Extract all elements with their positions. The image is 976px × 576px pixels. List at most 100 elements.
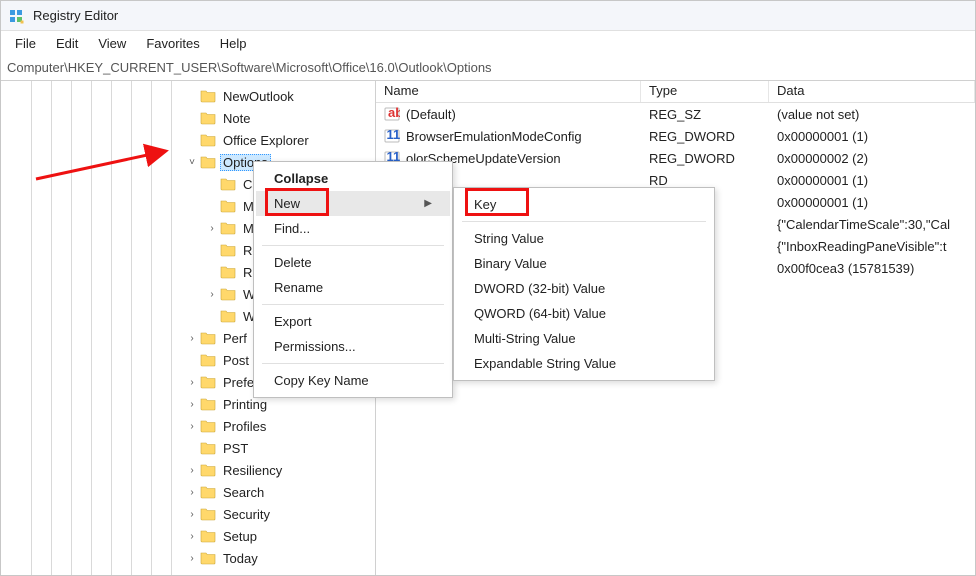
tree-item-label: Note xyxy=(220,110,253,127)
tree-item-label: Today xyxy=(220,550,261,567)
expand-chevron-icon[interactable]: › xyxy=(186,399,198,410)
tree-item-label: Search xyxy=(220,484,267,501)
menu-item-dword-32-bit-value[interactable]: DWORD (32-bit) Value xyxy=(456,276,712,301)
menu-item-label: Multi-String Value xyxy=(474,331,576,346)
expand-chevron-icon[interactable]: › xyxy=(186,531,198,542)
tree-item-label: NewOutlook xyxy=(220,88,297,105)
menu-favorites[interactable]: Favorites xyxy=(136,34,209,53)
tree-item-profiles[interactable]: ›Profiles xyxy=(1,415,375,437)
expand-chevron-icon[interactable]: ˅ xyxy=(186,157,198,168)
folder-icon xyxy=(220,287,236,301)
tree-item-setup[interactable]: › Setup xyxy=(1,525,375,547)
value-data: {"InboxReadingPaneVisible":t xyxy=(769,239,975,254)
menu-item-find-[interactable]: Find... xyxy=(256,216,450,241)
tree-item-pst[interactable]: PST xyxy=(1,437,375,459)
col-header-name[interactable]: Name xyxy=(376,81,641,102)
value-data: 0x00000001 (1) xyxy=(769,173,975,188)
tree-item-label: Setup xyxy=(220,528,260,545)
expand-chevron-icon[interactable]: › xyxy=(206,289,218,300)
value-type: REG_SZ xyxy=(641,107,769,122)
menubar: File Edit View Favorites Help xyxy=(1,31,975,55)
folder-icon xyxy=(200,89,216,103)
value-data: 0x00f0cea3 (15781539) xyxy=(769,261,975,276)
menu-item-export[interactable]: Export xyxy=(256,309,450,334)
menu-item-collapse[interactable]: Collapse xyxy=(256,166,450,191)
menu-item-label: Delete xyxy=(274,255,312,270)
value-data: 0x00000001 (1) xyxy=(769,129,975,144)
folder-icon xyxy=(200,375,216,389)
address-bar[interactable]: Computer\HKEY_CURRENT_USER\Software\Micr… xyxy=(1,55,975,81)
tree-item-security[interactable]: ›Security xyxy=(1,503,375,525)
tree-item-label: Resiliency xyxy=(220,462,285,479)
folder-icon xyxy=(200,441,216,455)
folder-icon xyxy=(200,419,216,433)
menu-item-permissions-[interactable]: Permissions... xyxy=(256,334,450,359)
expand-chevron-icon[interactable]: › xyxy=(186,509,198,520)
folder-icon xyxy=(200,133,216,147)
expand-chevron-icon[interactable]: › xyxy=(186,333,198,344)
menu-item-key[interactable]: Key xyxy=(456,192,712,217)
titlebar: Registry Editor xyxy=(1,1,975,31)
value-type: REG_DWORD xyxy=(641,151,769,166)
menu-item-label: Rename xyxy=(274,280,323,295)
folder-icon xyxy=(200,353,216,367)
value-data: {"CalendarTimeScale":30,"Cal xyxy=(769,217,975,232)
folder-icon xyxy=(200,507,216,521)
menu-file[interactable]: File xyxy=(5,34,46,53)
menu-item-label: Collapse xyxy=(274,171,328,186)
menu-view[interactable]: View xyxy=(88,34,136,53)
menu-item-label: Permissions... xyxy=(274,339,356,354)
menu-item-qword-64-bit-value[interactable]: QWORD (64-bit) Value xyxy=(456,301,712,326)
expand-chevron-icon[interactable]: › xyxy=(186,421,198,432)
folder-icon xyxy=(200,485,216,499)
window-title: Registry Editor xyxy=(33,8,118,23)
menu-item-expandable-string-value[interactable]: Expandable String Value xyxy=(456,351,712,376)
tree-item-resiliency[interactable]: › Resiliency xyxy=(1,459,375,481)
value-data: 0x00000001 (1) xyxy=(769,195,975,210)
value-row[interactable]: 110BrowserEmulationModeConfigREG_DWORD0x… xyxy=(376,125,975,147)
expand-chevron-icon[interactable]: › xyxy=(186,377,198,388)
context-submenu-new[interactable]: Key String Value Binary Value DWORD (32-bit… xyxy=(453,187,715,381)
tree-item-search[interactable]: › Search xyxy=(1,481,375,503)
value-row[interactable]: 110olorSchemeUpdateVersionREG_DWORD0x000… xyxy=(376,147,975,169)
tree-item-newoutlook[interactable]: NewOutlook xyxy=(1,85,375,107)
folder-icon xyxy=(200,331,216,345)
expand-chevron-icon[interactable]: › xyxy=(206,223,218,234)
svg-text:ab: ab xyxy=(388,106,400,120)
menu-item-delete[interactable]: Delete xyxy=(256,250,450,275)
menu-edit[interactable]: Edit xyxy=(46,34,88,53)
string-value-icon: ab xyxy=(384,106,400,122)
value-type: RD xyxy=(641,173,769,188)
dword-value-icon: 110 xyxy=(384,128,400,144)
menu-help[interactable]: Help xyxy=(210,34,257,53)
col-header-data[interactable]: Data xyxy=(769,81,975,102)
folder-icon xyxy=(200,155,216,169)
tree-item-today[interactable]: › Today xyxy=(1,547,375,569)
menu-item-multi-string-value[interactable]: Multi-String Value xyxy=(456,326,712,351)
value-data: 0x00000002 (2) xyxy=(769,151,975,166)
menu-item-label: String Value xyxy=(474,231,544,246)
expand-chevron-icon[interactable]: › xyxy=(186,553,198,564)
menu-item-rename[interactable]: Rename xyxy=(256,275,450,300)
col-header-type[interactable]: Type xyxy=(641,81,769,102)
expand-chevron-icon[interactable]: › xyxy=(186,465,198,476)
menu-item-new[interactable]: New▶ xyxy=(256,191,450,216)
menu-separator xyxy=(462,221,706,222)
tree-item-office-explorer[interactable]: Office Explorer xyxy=(1,129,375,151)
menu-item-binary-value[interactable]: Binary Value xyxy=(456,251,712,276)
value-row[interactable]: ab(Default)REG_SZ(value not set) xyxy=(376,103,975,125)
value-data: (value not set) xyxy=(769,107,975,122)
menu-item-label: Binary Value xyxy=(474,256,547,271)
tree-item-note[interactable]: Note xyxy=(1,107,375,129)
menu-item-label: Copy Key Name xyxy=(274,373,369,388)
menu-item-label: Expandable String Value xyxy=(474,356,616,371)
expand-chevron-icon[interactable]: › xyxy=(186,487,198,498)
menu-item-string-value[interactable]: String Value xyxy=(456,226,712,251)
value-type: REG_DWORD xyxy=(641,129,769,144)
context-menu[interactable]: Collapse New▶Find... Delete Rename Export Per… xyxy=(253,161,453,398)
tree-item-label: Post xyxy=(220,352,252,369)
menu-item-copy-key-name[interactable]: Copy Key Name xyxy=(256,368,450,393)
submenu-arrow-icon: ▶ xyxy=(424,198,432,209)
values-header: Name Type Data xyxy=(376,81,975,103)
folder-icon xyxy=(220,221,236,235)
